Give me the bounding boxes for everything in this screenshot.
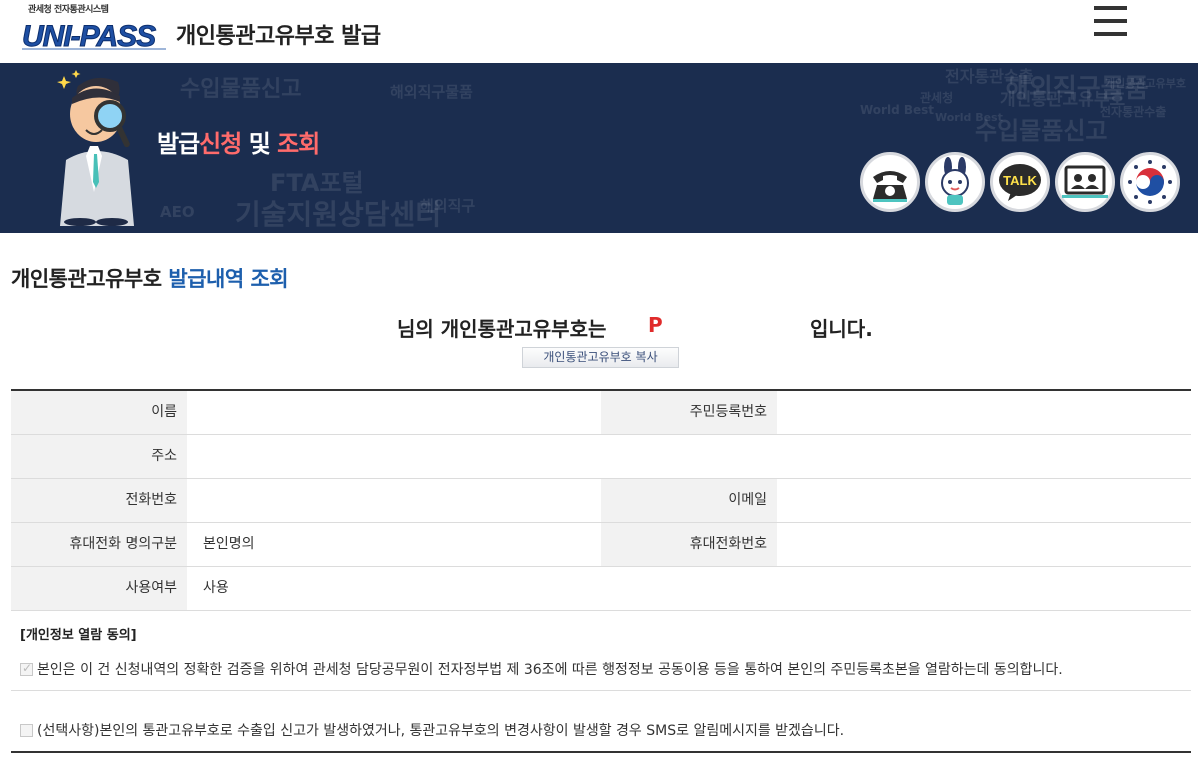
issuance-info-table: 이름 주민등록번호 주소 전화번호 이메일 휴대전화 명의구분 본인명의 휴대전…: [11, 389, 1191, 611]
table-row: 이름 주민등록번호: [11, 391, 1191, 435]
talk-label: TALK: [1003, 173, 1037, 188]
email-value: [777, 479, 1191, 522]
consent-heading: [개인정보 열람 동의]: [20, 628, 137, 643]
email-label: 이메일: [601, 479, 777, 522]
mobile-value: [777, 523, 1191, 566]
banner-title: 발급신청 및 조회: [157, 124, 320, 159]
banner-background-word: 수입물품신고: [180, 77, 302, 102]
usage-value: 사용: [203, 580, 229, 596]
remote-support-icon[interactable]: [1055, 152, 1115, 212]
banner-background-word: 기술지원상담센터: [235, 198, 442, 231]
sms-alert-text: (선택사항)본인의 통관고유부호로 수출입 신고가 발생하였거나, 통관고유부호…: [37, 723, 845, 739]
top-header: 관세청 전자통관시스템 UNI-PASS 개인통관고유부호 발급: [0, 0, 1198, 63]
divider: [11, 751, 1191, 753]
magnifier-person-illustration: [57, 70, 134, 226]
name-value: [187, 391, 601, 434]
result-suffix: 입니다.: [810, 317, 873, 341]
banner-background-word: 전자통관수출: [1100, 105, 1167, 119]
result-prefix: 님의 개인통관고유부호는: [397, 317, 607, 341]
telephone-icon[interactable]: [860, 152, 920, 212]
mobile-label: 휴대전화번호: [601, 523, 777, 566]
table-row: 휴대전화 명의구분 본인명의 휴대전화번호: [11, 523, 1191, 567]
consent-item-optional: (선택사항)본인의 통관고유부호로 수출입 신고가 발생하였거나, 통관고유부호…: [20, 720, 844, 740]
consent-required-checkbox[interactable]: [20, 661, 33, 676]
ssn-value: [777, 391, 1191, 434]
address-label: 주소: [11, 435, 187, 478]
consent-required-text: 본인은 이 건 신청내역의 정확한 검증을 위하여 관세청 담당공무원이 전자정…: [37, 662, 1063, 678]
section-title-main: 개인통관고유부호: [11, 267, 169, 291]
table-row: 전화번호 이메일: [11, 479, 1191, 523]
table-row: 주소: [11, 435, 1191, 479]
result-message: 님의 개인통관고유부호는 P 입니다.: [0, 313, 1198, 343]
kakao-talk-icon[interactable]: TALK: [990, 152, 1050, 212]
section-title-sub: 발급내역 조회: [168, 267, 289, 291]
logo-subtitle: 관세청 전자통관시스템: [28, 5, 109, 15]
government-emblem-icon[interactable]: [1120, 152, 1180, 212]
menu-icon[interactable]: [1094, 6, 1128, 38]
hero-banner: 수입물품신고 해외직구물품 전자통관수출 개인통관고유부호 World Best FTA포…: [0, 63, 1198, 233]
banner-background-word: 관세청: [920, 91, 954, 105]
page-header-title: 개인통관고유부호 발급: [176, 24, 381, 49]
usage-label: 사용여부: [11, 567, 187, 610]
banner-background-word: 해외직구물품: [390, 83, 473, 101]
section-title: 개인통관고유부호 발급내역 조회: [11, 263, 289, 293]
mobile-owner-value: 본인명의: [203, 536, 255, 552]
banner-title-inquiry: 조회: [277, 130, 320, 158]
copy-code-button[interactable]: 개인통관고유부호 복사: [522, 347, 679, 368]
banner-background-word: 개인통관고유부호: [1105, 77, 1186, 90]
banner-background-word: 해외직구: [420, 197, 476, 215]
consent-item-required: 본인은 이 건 신청내역의 정확한 검증을 위하여 관세청 담당공무원이 전자정…: [20, 659, 1063, 679]
banner-title-issue: 발급: [157, 130, 200, 158]
name-label: 이름: [11, 391, 187, 434]
sms-alert-checkbox[interactable]: [20, 724, 33, 737]
divider: [11, 690, 1191, 691]
chatbot-icon[interactable]: [925, 152, 985, 212]
ssn-label: 주민등록번호: [601, 391, 777, 434]
phone-label: 전화번호: [11, 479, 187, 522]
customs-code-value: P: [648, 313, 663, 337]
address-value: [187, 435, 1191, 478]
banner-background-word: AEO: [160, 203, 195, 221]
table-row: 사용여부 사용: [11, 567, 1191, 611]
logo-wordmark: UNI-PASS: [22, 20, 166, 52]
mobile-owner-label: 휴대전화 명의구분: [11, 523, 187, 566]
phone-value: [187, 479, 601, 522]
logo-text: UNI-PASS: [22, 20, 156, 52]
banner-background-word: World Best: [935, 111, 1003, 124]
banner-title-apply: 신청: [199, 130, 242, 158]
unipass-logo[interactable]: 관세청 전자통관시스템 UNI-PASS: [20, 2, 168, 54]
banner-title-and: 및: [241, 130, 278, 158]
